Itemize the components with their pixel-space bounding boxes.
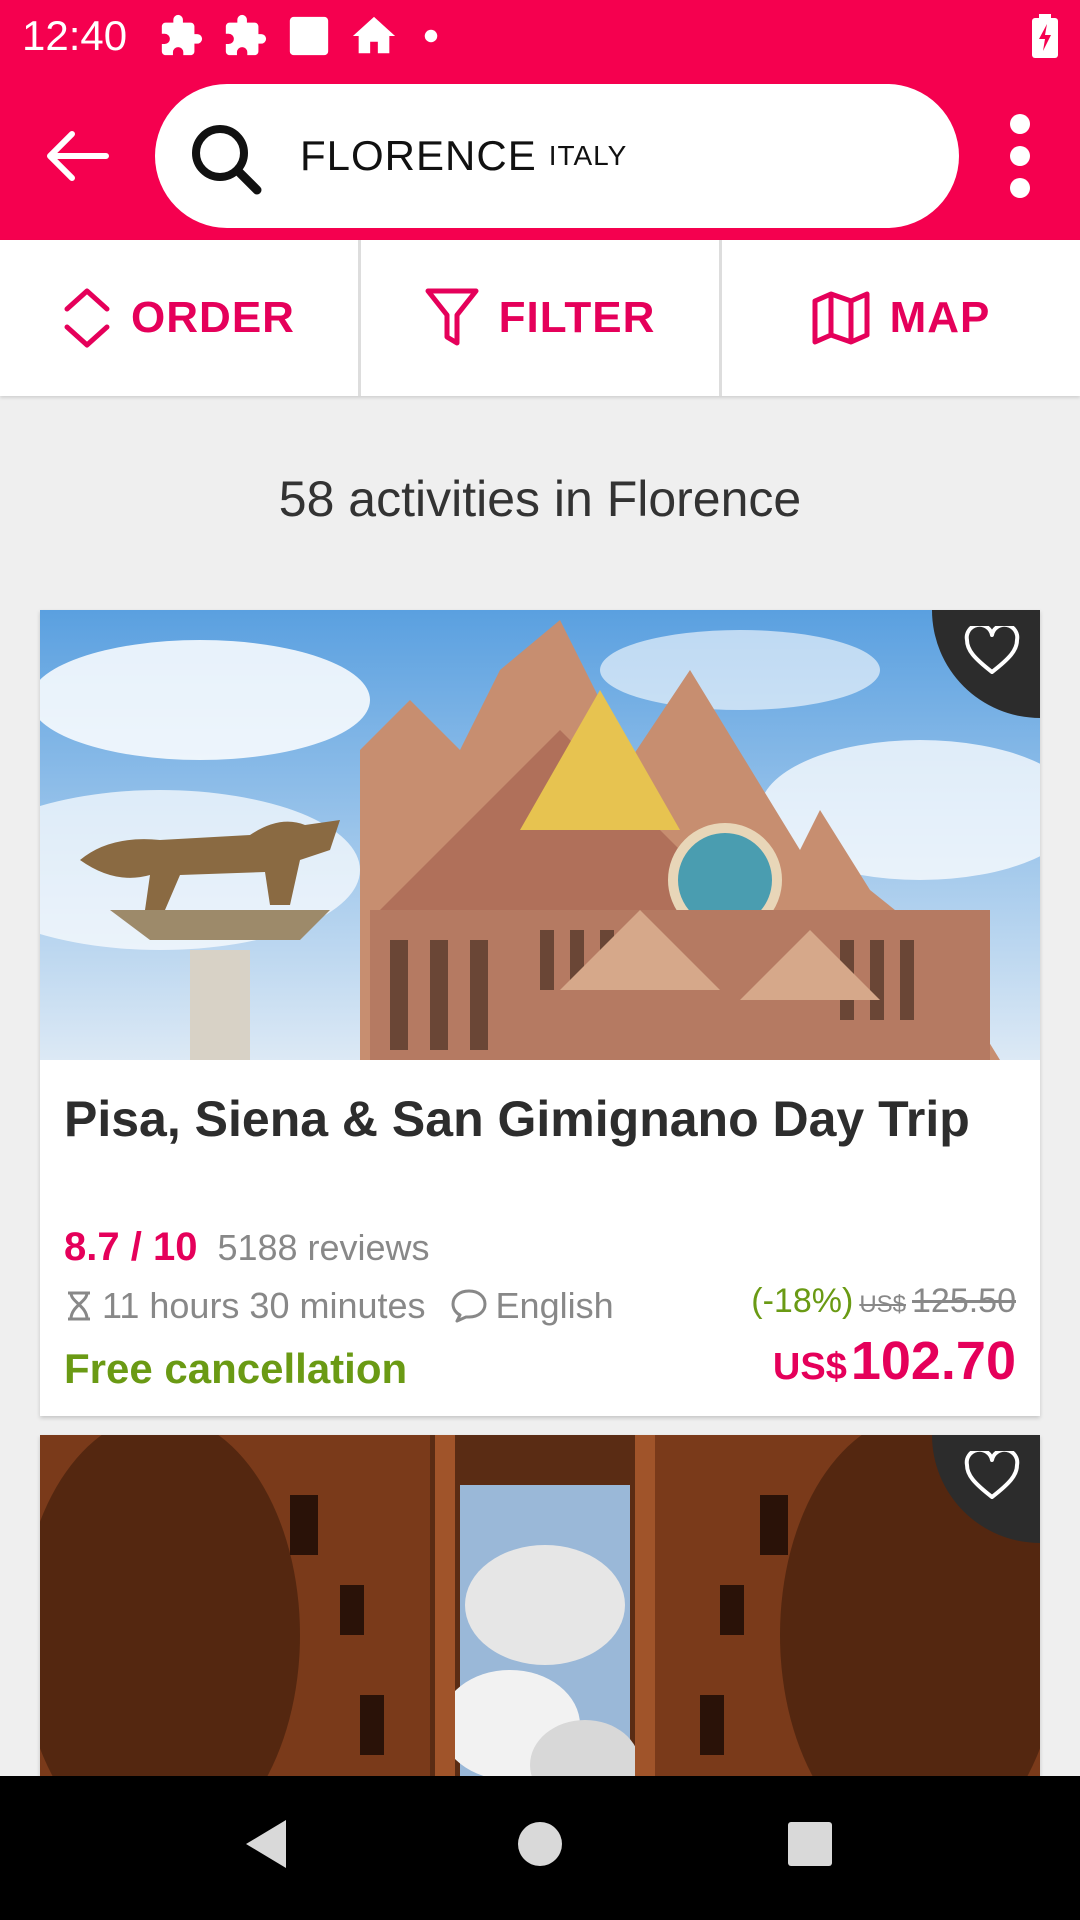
toolbar: ORDER FILTER MAP — [0, 240, 1080, 396]
original-currency: US$ — [859, 1291, 906, 1318]
rating-row: 8.7 / 10 5188 reviews — [64, 1225, 430, 1270]
dot-icon — [424, 29, 438, 43]
search-country: ITALY — [548, 140, 628, 171]
map-label: MAP — [889, 293, 991, 342]
price-currency: US$ — [772, 1346, 847, 1388]
activity-image[interactable] — [40, 1435, 1040, 1835]
activity-meta: 11 hours 30 minutes English — [64, 1285, 614, 1327]
sort-icon — [64, 288, 110, 348]
hourglass-icon — [68, 1291, 90, 1321]
app-bar: FLORENCE ITALY — [0, 72, 1080, 240]
price-amount: 102.70 — [850, 1331, 1016, 1391]
activity-title[interactable]: Pisa, Siena & San Gimignano Day Trip — [64, 1088, 1014, 1150]
free-cancellation: Free cancellation — [64, 1345, 408, 1392]
filter-icon — [425, 288, 479, 346]
system-nav-bar — [0, 1776, 1080, 1920]
result-count: 58 activities in Florence — [278, 471, 802, 527]
map-icon — [812, 291, 870, 345]
cathedral-image — [40, 610, 1040, 1060]
status-time: 12:40 — [22, 12, 128, 59]
home-icon — [352, 16, 396, 54]
activity-card[interactable]: Pisa, Siena & San Gimignano Day Trip 8.7… — [40, 610, 1040, 1416]
original-amount: 125.50 — [912, 1282, 1016, 1320]
map-button[interactable]: MAP — [722, 240, 1080, 396]
search-icon — [192, 125, 262, 195]
square-notification-icon — [289, 16, 329, 56]
status-bar: 12:40 — [0, 0, 1080, 72]
heart-icon — [964, 1451, 1020, 1499]
heart-icon — [964, 626, 1020, 674]
more-options-button[interactable] — [1000, 114, 1040, 198]
search-query[interactable]: FLORENCE ITALY — [300, 84, 627, 228]
battery-charging-icon — [1032, 14, 1058, 58]
nav-home-icon[interactable] — [516, 1816, 564, 1872]
more-vert-icon — [1010, 114, 1030, 198]
nav-recents-icon[interactable] — [786, 1816, 834, 1872]
duration: 11 hours 30 minutes — [102, 1285, 426, 1326]
courtyard-image — [40, 1435, 1040, 1835]
nav-back-icon[interactable] — [242, 1816, 290, 1872]
puzzle-icon — [161, 14, 203, 56]
activity-image[interactable] — [40, 610, 1040, 1060]
back-button[interactable] — [40, 126, 112, 186]
puzzle-icon — [225, 14, 267, 56]
original-price: (-18%) US$ 125.50 — [751, 1282, 1016, 1321]
search-city: FLORENCE — [300, 132, 537, 179]
order-label: ORDER — [131, 293, 295, 342]
current-price: US$ 102.70 — [773, 1330, 1016, 1392]
review-count: 5188 reviews — [217, 1227, 430, 1268]
status-icons — [158, 12, 446, 60]
rating-score: 8.7 / 10 — [64, 1225, 198, 1269]
discount-badge: (-18%) — [751, 1282, 854, 1320]
filter-button[interactable]: FILTER — [361, 240, 722, 396]
language: English — [495, 1285, 614, 1326]
speech-bubble-icon — [451, 1289, 487, 1323]
activity-card[interactable] — [40, 1435, 1040, 1835]
filter-label: FILTER — [498, 293, 656, 342]
search-box[interactable]: FLORENCE ITALY — [155, 84, 959, 228]
arrow-left-icon — [47, 131, 109, 181]
order-button[interactable]: ORDER — [0, 240, 361, 396]
